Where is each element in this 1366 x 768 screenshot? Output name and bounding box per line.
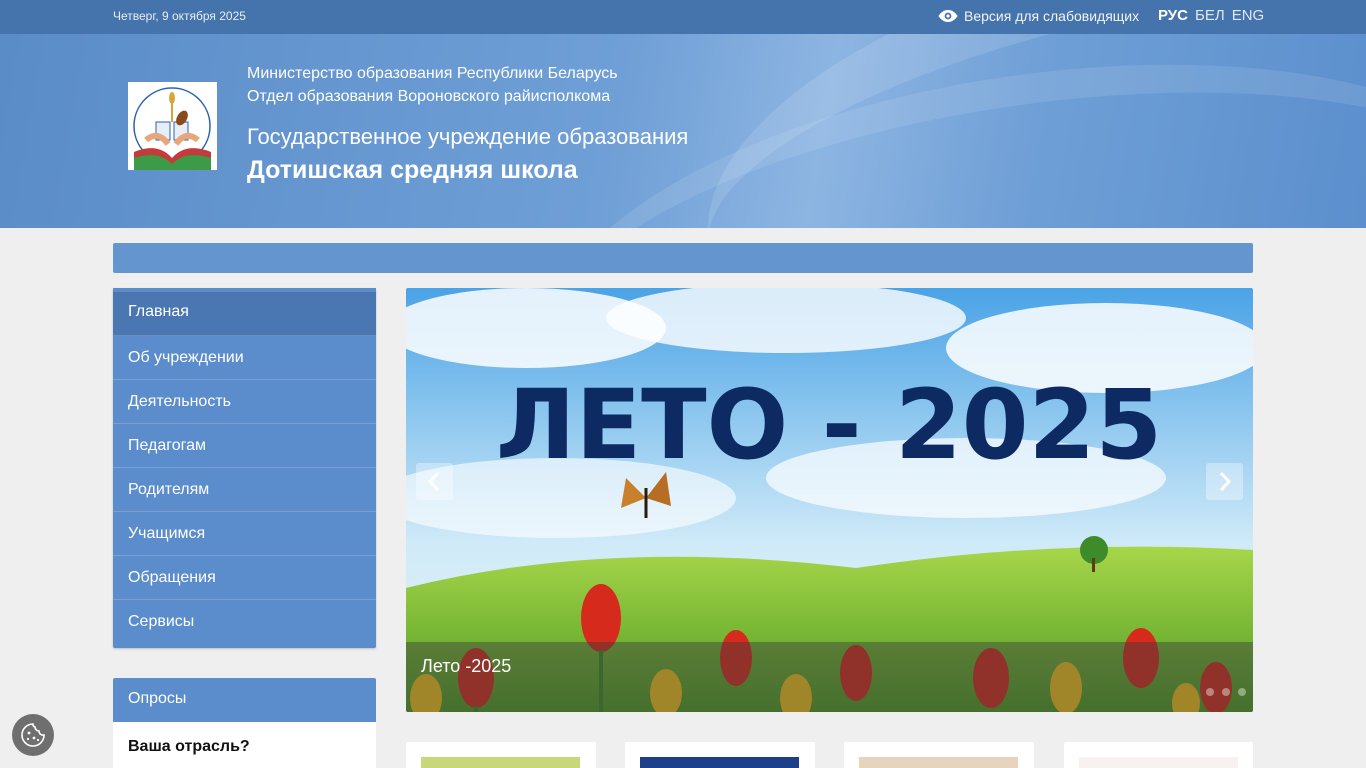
slider-prev-button[interactable] (416, 463, 453, 500)
image-slider: ЛЕТО - 2025 Лето -2025 (406, 288, 1253, 712)
news-card[interactable] (1064, 742, 1253, 768)
sidebar-item-home[interactable]: Главная (113, 288, 376, 336)
slider-dot[interactable] (1238, 688, 1246, 696)
side-menu: Главная Об учреждении Деятельность Педаг… (113, 288, 376, 648)
sidebar-item-appeals[interactable]: Обращения (113, 556, 376, 600)
site-header: Министерство образования Республики Бела… (0, 34, 1366, 228)
department-name: Отдел образования Вороновского райисполк… (247, 88, 611, 105)
sidebar-item-parents[interactable]: Родителям (113, 468, 376, 512)
slide-caption[interactable]: Лето -2025 (406, 642, 1253, 712)
school-logo[interactable] (128, 82, 217, 170)
sidebar-item-students[interactable]: Учащимся (113, 512, 376, 556)
slider-next-button[interactable] (1206, 463, 1243, 500)
sidebar-item-activity[interactable]: Деятельность (113, 380, 376, 424)
institution-type: Государственное учреждение образования (247, 124, 689, 149)
news-card[interactable] (406, 742, 596, 768)
slide-headline: ЛЕТО - 2025 (496, 369, 1162, 481)
top-bar: Четверг, 9 октября 2025 Версия для слабо… (0, 0, 1366, 34)
news-thumbnail (859, 757, 1018, 768)
eye-icon (938, 10, 958, 22)
poll-question: Ваша отрасль? (128, 738, 250, 755)
sidebar-item-about[interactable]: Об учреждении (113, 336, 376, 380)
language-switcher: РУС БЕЛ ENG (1158, 7, 1264, 24)
lang-ru[interactable]: РУС (1158, 7, 1188, 24)
lang-be[interactable]: БЕЛ (1195, 7, 1225, 24)
polls-widget: Опросы Ваша отрасль? (113, 678, 376, 768)
polls-title: Опросы (113, 678, 376, 722)
slider-dots (1206, 688, 1246, 696)
cookie-settings-button[interactable] (12, 714, 54, 756)
slider-dot[interactable] (1206, 688, 1214, 696)
chevron-right-icon (1219, 471, 1232, 492)
news-thumbnail (640, 757, 799, 768)
news-thumbnail (1079, 757, 1238, 768)
news-thumbnail (421, 757, 580, 768)
low-vision-version-link[interactable]: Версия для слабовидящих (938, 8, 1139, 24)
chevron-left-icon (427, 471, 440, 492)
sidebar-item-teachers[interactable]: Педагогам (113, 424, 376, 468)
current-date: Четверг, 9 октября 2025 (113, 9, 246, 23)
slide-caption-text: Лето -2025 (421, 656, 512, 676)
top-navigation-bar (113, 243, 1253, 273)
cookie-icon (21, 723, 45, 747)
school-name[interactable]: Дотишская средняя школа (247, 156, 578, 185)
low-vision-label: Версия для слабовидящих (964, 8, 1140, 24)
ministry-name: Министерство образования Республики Бела… (247, 65, 618, 82)
news-card[interactable] (844, 742, 1034, 768)
news-card[interactable] (625, 742, 815, 768)
lang-en[interactable]: ENG (1232, 7, 1265, 24)
slider-dot[interactable] (1222, 688, 1230, 696)
school-emblem-icon (128, 82, 217, 170)
sidebar-item-services[interactable]: Сервисы (113, 600, 376, 644)
